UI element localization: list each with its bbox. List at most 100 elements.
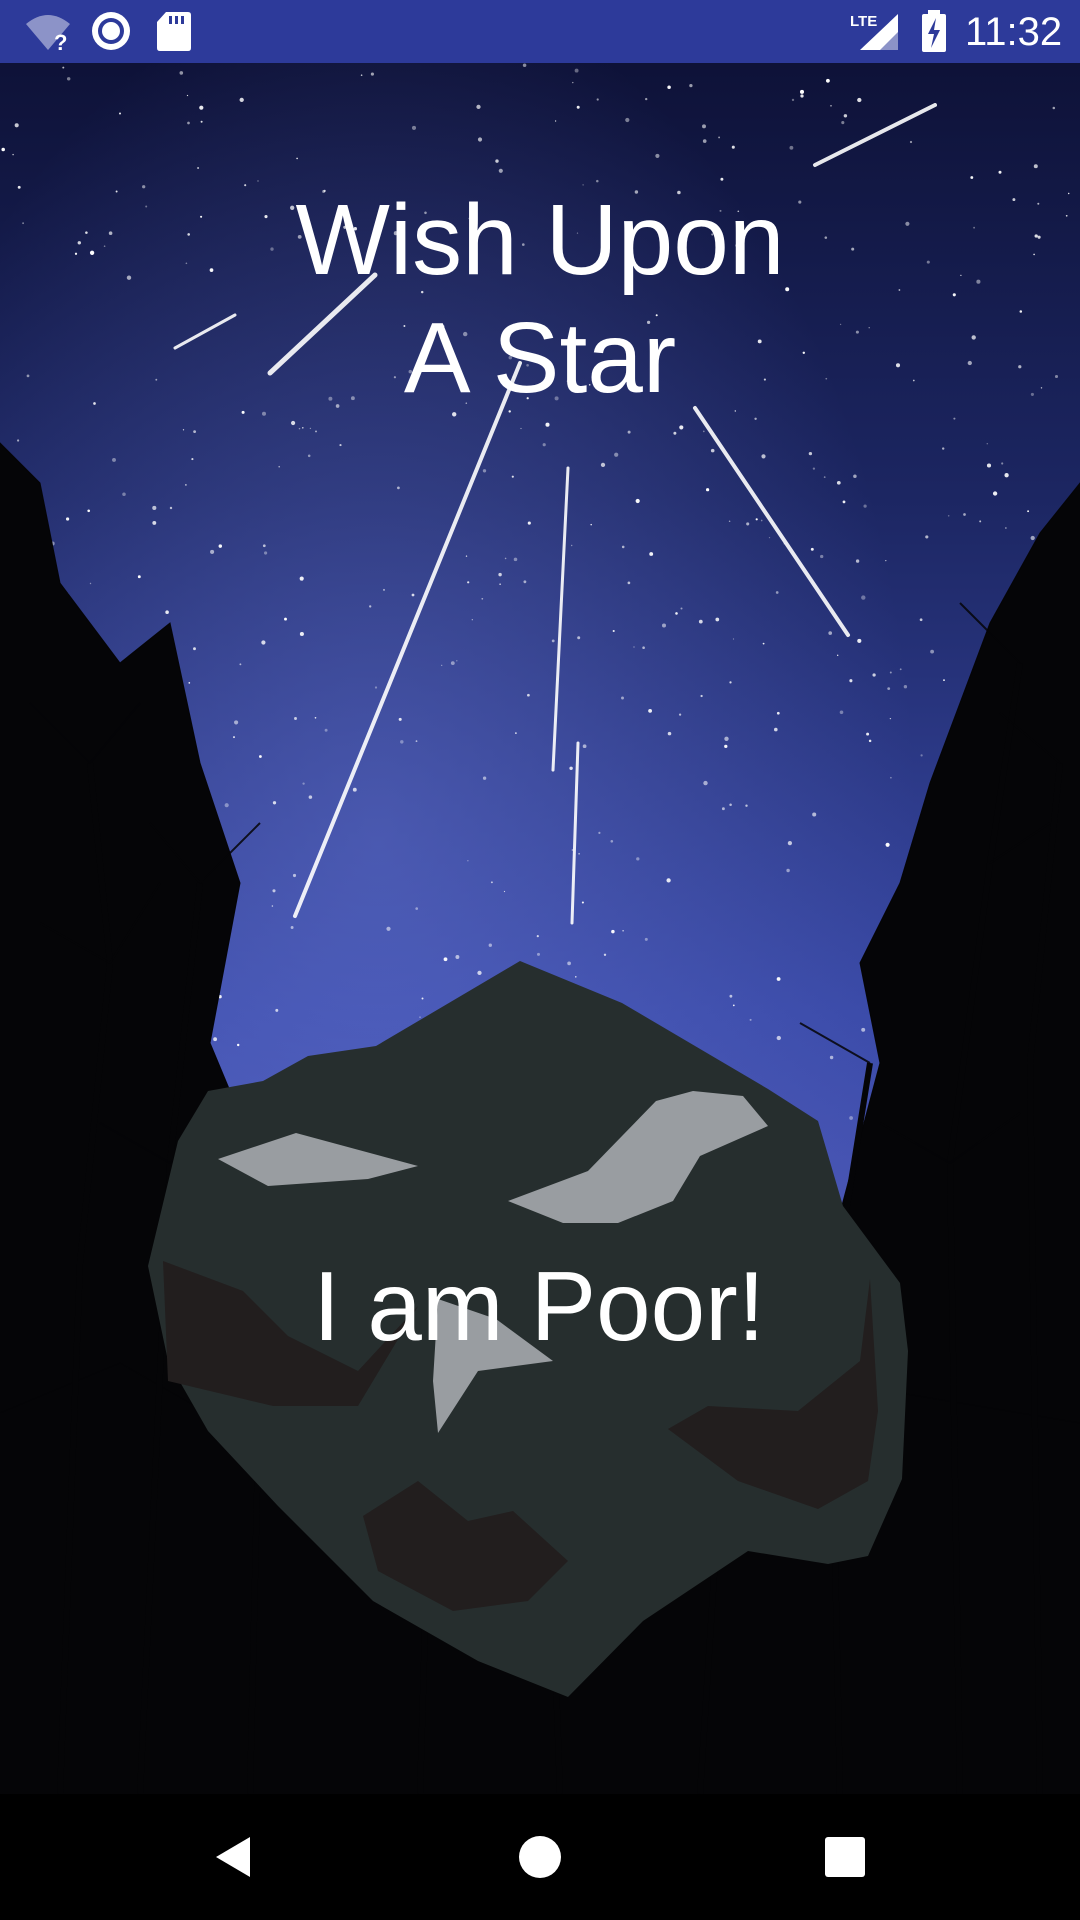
star-dot <box>264 551 268 555</box>
star-dot <box>152 520 157 525</box>
star-dot <box>108 231 113 235</box>
star-dot <box>890 776 892 779</box>
star-dot <box>960 274 962 277</box>
star-dot <box>627 430 631 434</box>
star-dot <box>508 355 513 360</box>
star-dot <box>1012 198 1016 202</box>
star-dot <box>851 247 855 251</box>
star-dot <box>919 618 923 622</box>
star-dot <box>689 83 693 88</box>
star-dot <box>536 935 539 938</box>
star-dot <box>515 732 517 734</box>
star-dot <box>308 795 313 799</box>
star-dot <box>702 124 706 129</box>
star-dot <box>581 901 584 904</box>
star-dot <box>314 716 317 719</box>
star-dot <box>648 709 652 713</box>
star-dot <box>262 411 266 416</box>
star-dot <box>830 104 832 107</box>
star-dot <box>868 739 872 743</box>
star-dot <box>979 520 982 523</box>
star-dot <box>603 953 607 956</box>
star-dot <box>789 145 794 150</box>
star-dot <box>522 63 527 68</box>
star-dot <box>383 588 385 591</box>
star-dot <box>634 190 639 194</box>
star-dot <box>26 374 30 378</box>
star-dot <box>455 955 460 959</box>
star-dot <box>239 97 244 103</box>
star-dot <box>1037 235 1041 239</box>
star-dot <box>745 804 748 807</box>
star-dot <box>122 492 126 497</box>
star-dot <box>729 681 732 684</box>
star-dot <box>825 377 828 380</box>
star-dot <box>1030 392 1034 396</box>
star-dot <box>115 190 118 193</box>
star-dot <box>728 520 731 523</box>
star-dot <box>808 451 813 456</box>
star-dot <box>476 104 481 110</box>
star-dot <box>17 185 21 189</box>
star-dot <box>77 241 82 245</box>
star-dot <box>633 646 635 648</box>
star-dot <box>925 535 929 539</box>
star-dot <box>857 97 862 103</box>
star-dot <box>1005 527 1007 529</box>
star-dot <box>666 878 671 883</box>
star-dot <box>732 638 735 640</box>
star-dot <box>679 256 684 261</box>
star-dot <box>142 185 146 189</box>
status-clock: 11:32 <box>965 10 1063 54</box>
star-dot <box>521 243 525 246</box>
star-dot <box>582 184 584 186</box>
star-dot <box>912 379 915 382</box>
star-dot <box>715 617 720 622</box>
back-icon[interactable] <box>210 1832 260 1882</box>
star-dot <box>967 360 972 366</box>
star-dot <box>566 380 569 383</box>
star-dot <box>93 402 96 405</box>
star-dot <box>610 839 614 843</box>
star-dot <box>145 205 148 208</box>
star-dot <box>328 396 333 401</box>
star-dot <box>680 607 683 610</box>
recents-icon[interactable] <box>820 1832 870 1882</box>
star-dot <box>294 717 297 720</box>
star-dot <box>1037 202 1040 205</box>
star-dot <box>800 94 804 98</box>
star-dot <box>513 557 518 562</box>
star-dot <box>360 74 363 77</box>
star-dot <box>66 517 70 521</box>
star-dot <box>824 236 828 239</box>
star-dot <box>197 166 200 170</box>
star-dot <box>887 687 891 690</box>
star-dot <box>278 465 280 468</box>
star-dot <box>588 384 591 386</box>
star-dot <box>498 572 502 577</box>
star-dot <box>812 812 817 817</box>
star-dot <box>909 140 913 144</box>
star-dot <box>828 631 833 635</box>
star-dot <box>441 664 443 666</box>
star-dot <box>270 247 274 251</box>
star-dot <box>369 605 372 608</box>
star-dot <box>998 170 1002 174</box>
star-dot <box>719 209 722 212</box>
star-dot <box>465 555 468 557</box>
status-bar: ? LTE 11:32 <box>0 0 1080 63</box>
star-dot <box>570 544 573 547</box>
home-icon[interactable] <box>515 1832 565 1882</box>
star-dot <box>868 327 870 329</box>
star-dot <box>397 486 400 490</box>
star-dot <box>495 159 499 163</box>
star-dot <box>645 97 648 101</box>
star-dot <box>578 853 580 855</box>
star-dot <box>598 831 601 834</box>
wish-rock-button[interactable]: I am Poor! <box>148 961 930 1697</box>
star-dot <box>218 544 223 548</box>
star-dot <box>899 668 902 671</box>
star-dot <box>675 612 678 615</box>
star-dot <box>14 123 19 128</box>
star-dot <box>786 868 790 873</box>
